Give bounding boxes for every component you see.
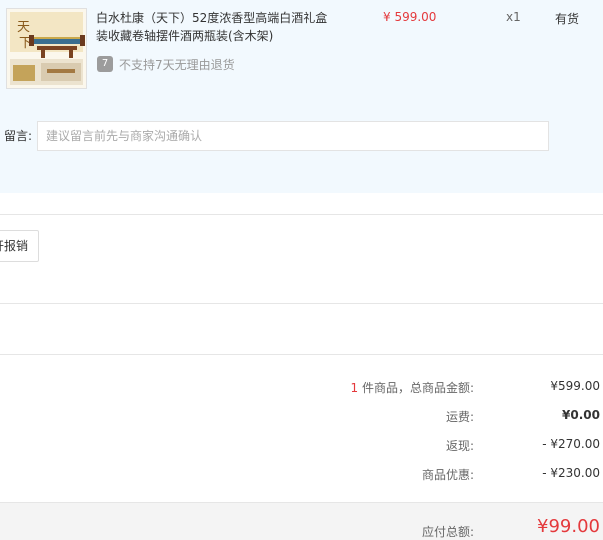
discount-value: - ¥230.00: [542, 466, 600, 480]
divider: [0, 303, 603, 304]
product-thumbnail[interactable]: 天 下: [6, 8, 87, 89]
goods-total-value: ¥599.00: [550, 379, 600, 393]
divider: [0, 354, 603, 355]
svg-text:天: 天: [17, 20, 30, 35]
invoice-button[interactable]: 开报销: [0, 230, 39, 262]
order-item-panel: 天 下 白水杜康（天下）52度浓香型高端白酒礼盒装收藏卷轴摆件酒两瓶装(含木架)…: [0, 0, 603, 193]
memo-label: 留言:: [4, 129, 33, 143]
discount-label: 商品优惠:: [421, 468, 474, 482]
discount-row: 商品优惠: - ¥230.00: [0, 466, 603, 484]
shipping-row: 运费: ¥0.00: [0, 408, 603, 426]
cashback-label: 返现:: [445, 439, 474, 453]
shipping-label: 运费:: [445, 410, 474, 424]
item-count: 1: [350, 381, 359, 395]
total-label: 应付总额:: [421, 525, 474, 539]
return-policy-notice: 7 不支持7天无理由退货: [97, 55, 235, 73]
product-quantity: x1: [506, 10, 521, 24]
product-price: ¥ 599.00: [383, 10, 437, 24]
no-return-icon: 7: [97, 56, 113, 72]
cashback-value: - ¥270.00: [542, 437, 600, 451]
divider: [0, 214, 603, 215]
total-value: ¥99.00: [537, 516, 600, 537]
goods-total-row: 1 件商品，总商品金额: ¥599.00: [0, 379, 603, 397]
liquor-giftbox-image: 天 下: [7, 9, 86, 88]
goods-total-label: 1 件商品，总商品金额:: [351, 379, 475, 396]
total-bar: 应付总额: ¥99.00: [0, 502, 603, 540]
return-policy-text: 不支持7天无理由退货: [119, 57, 235, 72]
product-title[interactable]: 白水杜康（天下）52度浓香型高端白酒礼盒装收藏卷轴摆件酒两瓶装(含木架): [96, 9, 336, 45]
shipping-value: ¥0.00: [562, 408, 600, 422]
cashback-row: 返现: - ¥270.00: [0, 437, 603, 455]
stock-status: 有货: [555, 12, 580, 26]
item-count-suffix: 件商品，总商品金额:: [358, 381, 474, 395]
memo-input[interactable]: [37, 121, 549, 151]
